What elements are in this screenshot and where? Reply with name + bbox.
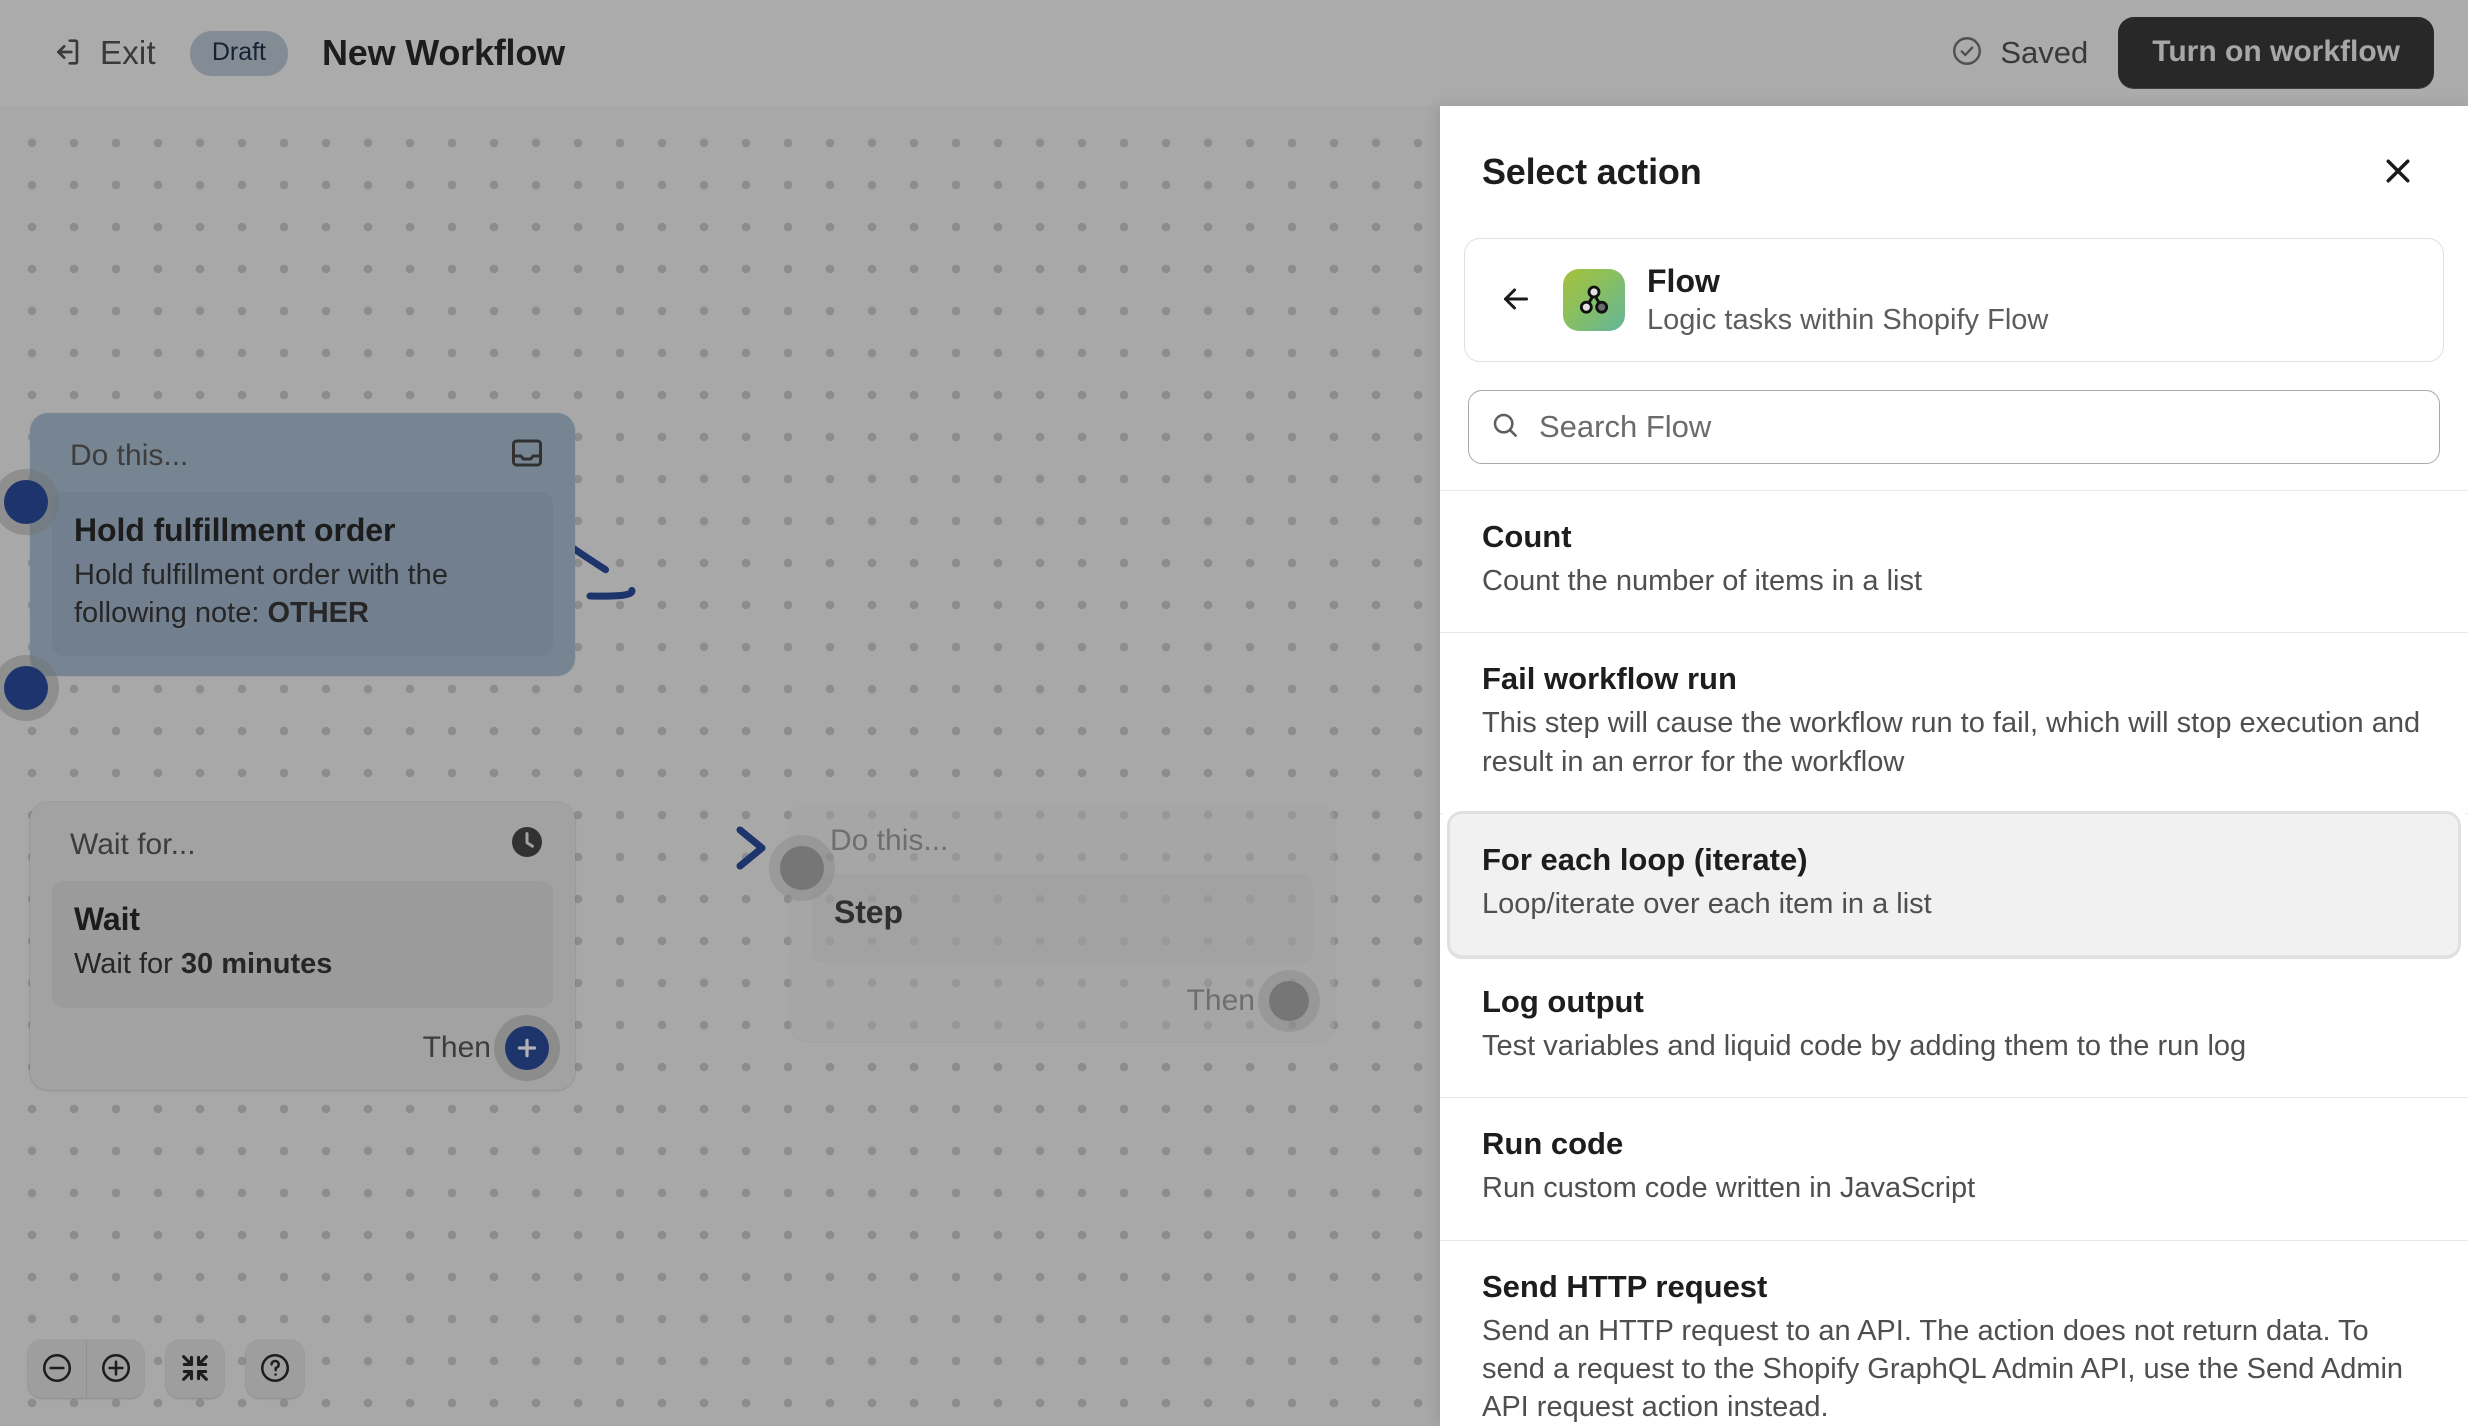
- action-description: Test variables and liquid code by adding…: [1482, 1030, 2247, 1063]
- action-item-for-each-loop[interactable]: For each loop (iterate) Loop/iterate ove…: [1450, 813, 2458, 957]
- action-item-fail-workflow-run[interactable]: Fail workflow run This step will cause t…: [1440, 633, 2468, 814]
- action-list[interactable]: Count Count the number of items in a lis…: [1440, 490, 2468, 1426]
- back-arrow-icon: [1498, 281, 1534, 320]
- action-title: For each loop (iterate): [1482, 841, 1808, 877]
- shopify-flow-nodes-icon: [1563, 269, 1625, 331]
- close-panel-button[interactable]: [2370, 144, 2426, 200]
- close-icon: [2380, 153, 2416, 192]
- app-texts: Flow Logic tasks within Shopify Flow: [1647, 263, 2048, 337]
- app-subtitle: Logic tasks within Shopify Flow: [1647, 304, 2049, 336]
- search-icon: [1489, 409, 1521, 446]
- back-button[interactable]: [1491, 275, 1541, 325]
- action-title: Run code: [1482, 1126, 1624, 1162]
- select-action-panel: Select action Flow Logic tasks within Sh…: [1440, 106, 2468, 1426]
- action-title: Send HTTP request: [1482, 1268, 1768, 1304]
- selected-app-card[interactable]: Flow Logic tasks within Shopify Flow: [1464, 238, 2444, 362]
- action-item-run-code[interactable]: Run code Run custom code written in Java…: [1440, 1098, 2468, 1241]
- search-box[interactable]: [1468, 390, 2440, 464]
- panel-title: Select action: [1482, 151, 1702, 192]
- action-description: Send an HTTP request to an API. The acti…: [1482, 1314, 2404, 1424]
- action-title: Log output: [1482, 984, 1644, 1020]
- action-description: Loop/iterate over each item in a list: [1482, 887, 1932, 920]
- panel-header: Select action: [1440, 106, 2468, 222]
- action-description: This step will cause the workflow run to…: [1482, 707, 2421, 778]
- action-item-log-output[interactable]: Log output Test variables and liquid cod…: [1440, 956, 2468, 1099]
- search-section: [1440, 362, 2468, 490]
- action-item-send-http-request[interactable]: Send HTTP request Send an HTTP request t…: [1440, 1240, 2468, 1426]
- workflow-editor-screen: Exit Draft New Workflow Saved Turn on wo…: [0, 0, 2468, 1426]
- action-title: Fail workflow run: [1482, 661, 1737, 697]
- action-title: Count: [1482, 519, 1572, 554]
- app-name: Flow: [1647, 263, 1720, 299]
- search-input[interactable]: [1537, 408, 2419, 446]
- action-item-count[interactable]: Count Count the number of items in a lis…: [1440, 491, 2468, 634]
- action-description: Run custom code written in JavaScript: [1482, 1172, 1976, 1205]
- action-description: Count the number of items in a list: [1482, 565, 1923, 597]
